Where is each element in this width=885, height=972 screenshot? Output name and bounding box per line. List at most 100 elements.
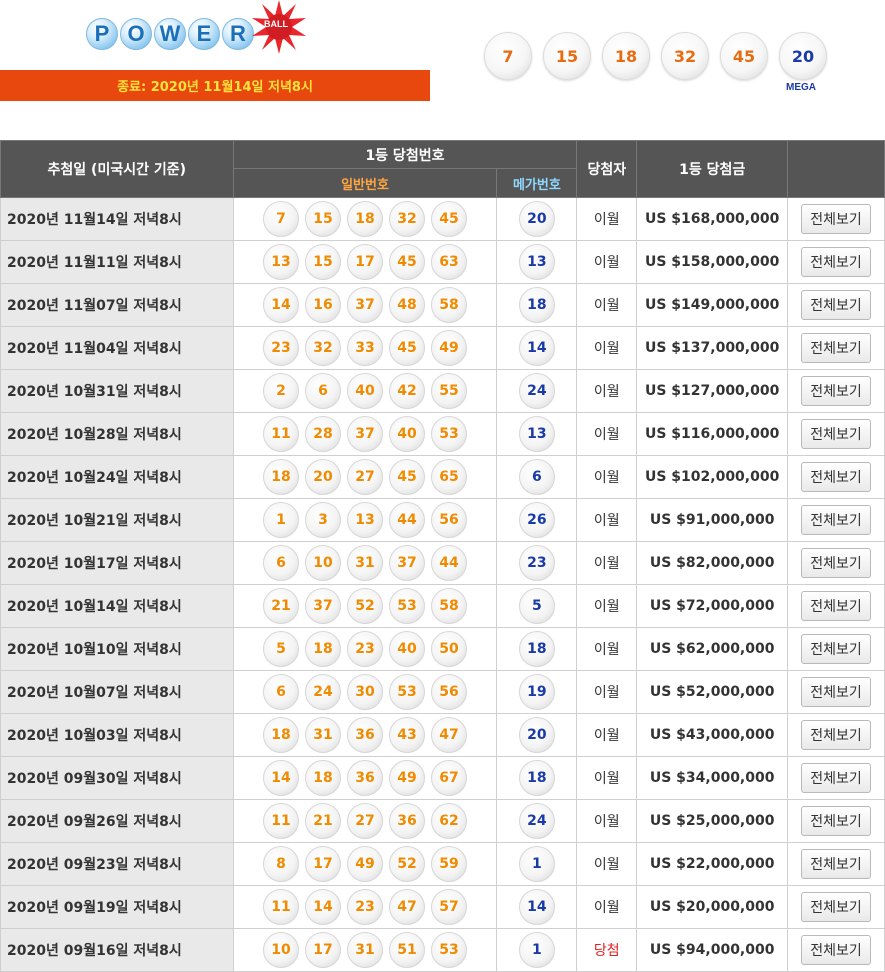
view-all-button[interactable]: 전체보기 <box>801 505 871 535</box>
draw-date: 2020년 10월28일 저녁8시 <box>0 412 234 456</box>
mega-number: 18 <box>496 627 578 671</box>
normal-ball: 3 <box>305 502 341 538</box>
normal-ball: 27 <box>347 459 383 495</box>
normal-numbers: 21 37 52 53 58 <box>232 584 498 628</box>
normal-numbers: 6 10 31 37 44 <box>232 541 498 585</box>
view-all-cell: 전체보기 <box>787 541 885 585</box>
mega-number: 14 <box>496 326 578 370</box>
prize-amount: US $127,000,000 <box>636 369 789 413</box>
normal-ball: 49 <box>347 846 383 882</box>
mega-ball: 26 <box>518 502 555 538</box>
normal-ball: 67 <box>431 760 467 796</box>
view-all-button[interactable]: 전체보기 <box>801 419 871 449</box>
normal-ball: 63 <box>431 244 467 280</box>
view-all-button[interactable]: 전체보기 <box>801 849 871 879</box>
normal-ball: 53 <box>431 932 467 968</box>
view-all-button[interactable]: 전체보기 <box>801 634 871 664</box>
view-all-button[interactable]: 전체보기 <box>801 204 871 234</box>
normal-ball: 13 <box>263 244 299 280</box>
winner-status: 이월 <box>576 885 638 929</box>
table-row: 2020년 10월07일 저녁8시 6 24 30 53 56 19 이월 US $52,000… <box>0 670 885 714</box>
latest-normal-ball: 7 <box>484 32 532 80</box>
draw-date: 2020년 10월17일 저녁8시 <box>0 541 234 585</box>
normal-ball: 20 <box>305 459 341 495</box>
prize-amount: US $82,000,000 <box>636 541 789 585</box>
latest-mega-ball: 20 <box>779 32 827 80</box>
normal-ball: 11 <box>263 803 299 839</box>
latest-normal-ball: 32 <box>661 32 709 80</box>
normal-ball: 47 <box>389 889 425 925</box>
view-all-cell: 전체보기 <box>787 498 885 542</box>
normal-ball: 44 <box>431 545 467 581</box>
normal-ball: 18 <box>305 760 341 796</box>
normal-ball: 14 <box>305 889 341 925</box>
view-all-button[interactable]: 전체보기 <box>801 763 871 793</box>
normal-ball: 6 <box>263 545 299 581</box>
view-all-button[interactable]: 전체보기 <box>801 677 871 707</box>
normal-ball: 49 <box>431 330 467 366</box>
normal-ball: 36 <box>389 803 425 839</box>
mega-number: 26 <box>496 498 578 542</box>
mega-number: 14 <box>496 885 578 929</box>
view-all-button[interactable]: 전체보기 <box>801 462 871 492</box>
normal-ball: 56 <box>431 674 467 710</box>
mega-ball: 24 <box>518 803 555 839</box>
header-blank <box>787 140 885 198</box>
winner-status: 당첨 <box>576 928 638 972</box>
normal-ball: 36 <box>347 717 383 753</box>
prize-amount: US $116,000,000 <box>636 412 789 456</box>
normal-ball: 33 <box>347 330 383 366</box>
winner-status: 이월 <box>576 326 638 370</box>
view-all-button[interactable]: 전체보기 <box>801 720 871 750</box>
view-all-button[interactable]: 전체보기 <box>801 892 871 922</box>
prize-amount: US $72,000,000 <box>636 584 789 628</box>
normal-ball: 15 <box>305 201 341 237</box>
latest-normal-ball: 18 <box>602 32 650 80</box>
view-all-button[interactable]: 전체보기 <box>801 290 871 320</box>
winner-status: 이월 <box>576 283 638 327</box>
normal-ball: 24 <box>305 674 341 710</box>
normal-numbers: 6 24 30 53 56 <box>232 670 498 714</box>
winner-status: 이월 <box>576 197 638 241</box>
normal-ball: 40 <box>389 416 425 452</box>
view-all-button[interactable]: 전체보기 <box>801 376 871 406</box>
view-all-button[interactable]: 전체보기 <box>801 333 871 363</box>
normal-ball: 59 <box>431 846 467 882</box>
normal-ball: 10 <box>305 545 341 581</box>
header-first-numbers: 1등 당첨번호 <box>232 140 578 169</box>
view-all-button[interactable]: 전체보기 <box>801 806 871 836</box>
winner-status: 이월 <box>576 756 638 800</box>
logo-letter: P <box>86 18 118 50</box>
normal-ball: 48 <box>389 287 425 323</box>
normal-ball: 40 <box>347 373 383 409</box>
view-all-button[interactable]: 전체보기 <box>801 247 871 277</box>
draw-date: 2020년 10월31일 저녁8시 <box>0 369 234 413</box>
mega-number: 6 <box>496 455 578 499</box>
normal-ball: 45 <box>431 201 467 237</box>
mega-number: 13 <box>496 240 578 284</box>
table-row: 2020년 10월24일 저녁8시 18 20 27 45 65 6 이월 US $102,00… <box>0 455 885 499</box>
view-all-cell: 전체보기 <box>787 240 885 284</box>
normal-ball: 37 <box>347 287 383 323</box>
mega-ball: 6 <box>518 459 555 495</box>
table-row: 2020년 11월04일 저녁8시 23 32 33 45 49 14 이월 US $137,0… <box>0 326 885 370</box>
draw-date: 2020년 10월24일 저녁8시 <box>0 455 234 499</box>
view-all-button[interactable]: 전체보기 <box>801 591 871 621</box>
normal-ball: 55 <box>431 373 467 409</box>
normal-ball: 44 <box>389 502 425 538</box>
normal-ball: 17 <box>347 244 383 280</box>
prize-amount: US $158,000,000 <box>636 240 789 284</box>
winner-status: 이월 <box>576 369 638 413</box>
view-all-button[interactable]: 전체보기 <box>801 935 871 965</box>
mega-ball: 13 <box>518 244 555 280</box>
winner-status: 이월 <box>576 240 638 284</box>
normal-numbers: 1 3 13 44 56 <box>232 498 498 542</box>
mega-tag: MEGA <box>786 82 816 93</box>
draw-date: 2020년 11월14일 저녁8시 <box>0 197 234 241</box>
view-all-cell: 전체보기 <box>787 627 885 671</box>
view-all-cell: 전체보기 <box>787 756 885 800</box>
prize-amount: US $94,000,000 <box>636 928 789 972</box>
draw-date: 2020년 11월11일 저녁8시 <box>0 240 234 284</box>
view-all-button[interactable]: 전체보기 <box>801 548 871 578</box>
normal-ball: 36 <box>347 760 383 796</box>
